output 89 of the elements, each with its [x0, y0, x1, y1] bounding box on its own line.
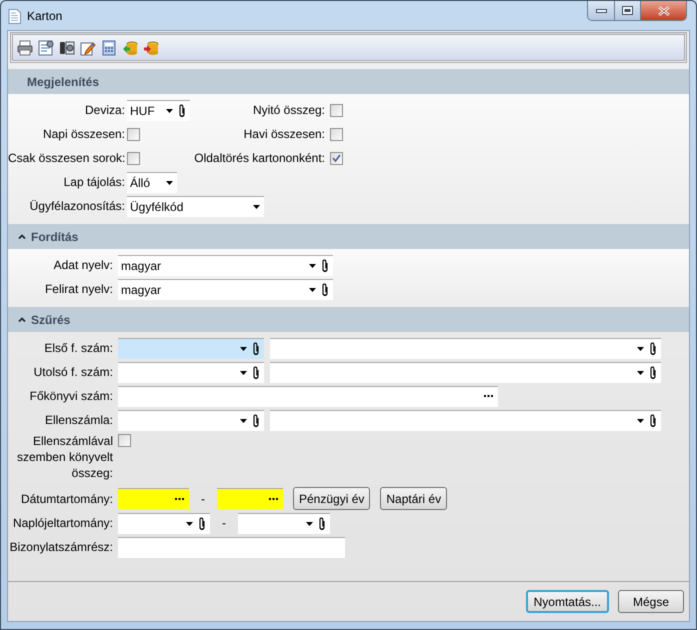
printer-icon[interactable] — [17, 40, 33, 56]
field-label: Adat nyelv: — [52, 257, 113, 274]
ellipsis-icon[interactable] — [175, 498, 184, 500]
field-label: Havi összesen: — [244, 126, 325, 143]
field-label: Lap tájolás: — [62, 174, 125, 191]
document-gear-icon[interactable] — [38, 40, 54, 56]
caret-icon[interactable] — [166, 180, 173, 184]
caret-icon[interactable] — [637, 346, 644, 350]
dropdown[interactable]: Álló — [127, 172, 177, 192]
paperclip-icon[interactable] — [198, 517, 206, 530]
caret-icon[interactable] — [240, 370, 247, 374]
maximize-button[interactable] — [615, 1, 641, 20]
ellipsis-icon[interactable] — [269, 498, 278, 500]
chevron-up-icon[interactable] — [18, 234, 26, 239]
minimize-icon — [596, 8, 606, 12]
minimize-button[interactable] — [588, 1, 615, 20]
caret-icon[interactable] — [186, 522, 193, 526]
range-separator: - — [221, 515, 227, 532]
checkbox[interactable] — [127, 152, 140, 164]
paperclip-icon[interactable] — [649, 366, 657, 379]
field-label: Napi összesen: — [42, 126, 125, 143]
field-label: Oldaltörés kartononként: — [194, 150, 325, 167]
caret-icon[interactable] — [253, 204, 260, 208]
paperclip-icon[interactable] — [178, 104, 186, 117]
checkbox[interactable] — [330, 128, 343, 140]
field-label: Főkönyvi szám: — [28, 388, 113, 405]
section-title: Megjelenítés — [27, 74, 100, 90]
paperclip-icon[interactable] — [252, 414, 260, 427]
field-label: Naplójeltartomány: — [12, 515, 113, 532]
field-label: Ellenszámla: — [44, 412, 113, 429]
section-title: Fordítás — [31, 228, 78, 246]
field-label: Utolsó f. szám: — [32, 364, 113, 381]
range-button[interactable]: Naptári év — [380, 487, 448, 510]
field-label: Bizonylatszámrész: — [8, 539, 113, 556]
field-label: Felirat nyelv: — [44, 281, 113, 298]
close-button[interactable] — [641, 1, 686, 20]
paperclip-icon[interactable] — [318, 517, 326, 530]
dropdown[interactable]: HUF — [127, 100, 190, 120]
coins-icon[interactable] — [122, 40, 138, 56]
ellipsis-icon[interactable] — [484, 395, 493, 398]
section-header[interactable]: Szűrés — [8, 307, 689, 332]
chevron-up-icon[interactable] — [18, 317, 26, 322]
paperclip-icon[interactable] — [252, 342, 260, 355]
date-field[interactable] — [217, 488, 283, 509]
dropdown[interactable]: magyar — [118, 254, 333, 276]
checkbox[interactable] — [118, 434, 131, 447]
date-field[interactable] — [118, 488, 189, 509]
paperclip-icon[interactable] — [321, 283, 329, 296]
lookup-field[interactable] — [118, 386, 498, 406]
section-header[interactable]: Fordítás — [8, 224, 689, 249]
field-label: Dátumtartomány: — [20, 490, 113, 508]
text-field[interactable] — [118, 536, 345, 558]
field-label: Ellenszámlával szemben könyvelt összeg: — [16, 433, 113, 481]
calculator-icon[interactable] — [101, 40, 117, 56]
paperclip-icon[interactable] — [649, 414, 657, 427]
close-icon — [658, 6, 670, 16]
range-button[interactable]: Pénzügyi év — [293, 487, 370, 510]
caret-icon[interactable] — [637, 370, 644, 374]
document-icon — [8, 8, 21, 24]
caret-icon[interactable] — [240, 346, 247, 350]
dropdown[interactable] — [238, 512, 330, 534]
dropdown[interactable]: Ügyfélkód — [127, 196, 264, 216]
checkbox[interactable] — [330, 152, 343, 164]
caret-icon[interactable] — [240, 418, 247, 422]
window-title: Karton — [27, 8, 62, 25]
caret-icon[interactable] — [309, 288, 316, 292]
field-label: Ügyfélazonosítás: — [28, 198, 125, 215]
checkbox[interactable] — [330, 104, 343, 116]
field-label: Csak összesen sorok: — [8, 150, 125, 167]
dropdown[interactable] — [118, 512, 210, 534]
dropdown[interactable]: magyar — [118, 278, 333, 300]
paperclip-icon[interactable] — [649, 342, 657, 355]
caret-icon[interactable] — [637, 418, 644, 422]
edit-icon[interactable] — [80, 40, 96, 56]
maximize-icon — [622, 6, 633, 15]
paperclip-icon[interactable] — [321, 259, 329, 272]
caret-icon[interactable] — [309, 264, 316, 268]
paperclip-icon[interactable] — [252, 366, 260, 379]
checkbox[interactable] — [127, 128, 140, 140]
range-separator: - — [200, 490, 206, 508]
dialog-button[interactable]: Mégse — [618, 590, 684, 613]
section-title: Szűrés — [31, 312, 70, 328]
caret-icon[interactable] — [166, 108, 173, 112]
caret-icon[interactable] — [306, 522, 313, 526]
field-label: Deviza: — [84, 102, 125, 119]
coins-icon[interactable] — [143, 40, 159, 56]
field-label: Első f. szám: — [43, 340, 113, 357]
field-label: Nyitó összeg: — [252, 102, 325, 119]
dialog-button[interactable]: Nyomtatás... — [526, 590, 609, 613]
